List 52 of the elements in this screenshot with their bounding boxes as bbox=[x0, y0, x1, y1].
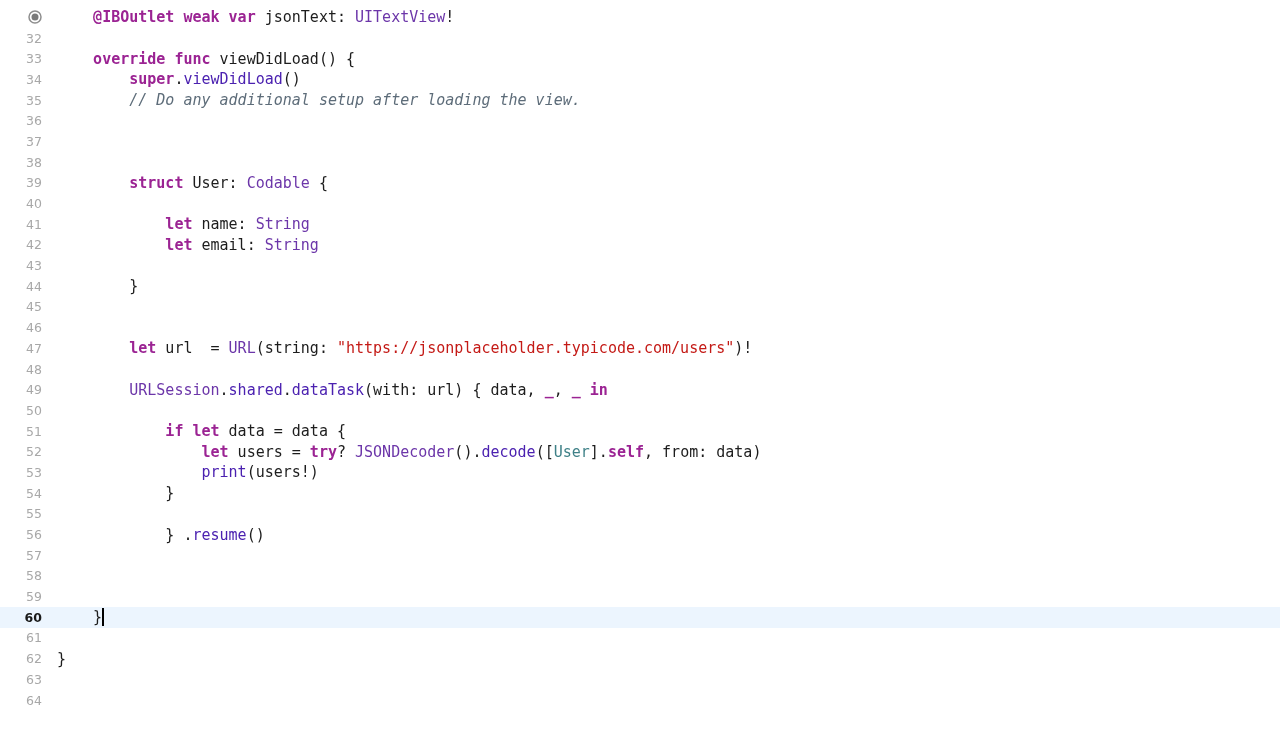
code-line: let email: String bbox=[165, 235, 319, 254]
code-line: } bbox=[165, 484, 175, 503]
connected-circle-icon[interactable] bbox=[28, 10, 42, 25]
line-number: 51 bbox=[26, 423, 42, 439]
line-number: 33 bbox=[26, 51, 42, 67]
code-line: } bbox=[57, 649, 67, 668]
line-number: 48 bbox=[26, 361, 42, 377]
line-number: 44 bbox=[26, 278, 42, 294]
line-number: 57 bbox=[26, 547, 42, 563]
code-line: URLSession.shared.dataTask(with: url) { data, _, _ in bbox=[129, 380, 608, 399]
line-number: 41 bbox=[26, 216, 42, 232]
line-number: 45 bbox=[26, 299, 42, 315]
line-number: 54 bbox=[26, 485, 42, 501]
code-line: @IBOutlet weak var jsonText: UITextView! bbox=[93, 8, 455, 27]
text-cursor bbox=[102, 608, 104, 627]
line-number: 55 bbox=[26, 506, 42, 522]
code-line: } bbox=[129, 277, 139, 296]
line-number: 46 bbox=[26, 320, 42, 336]
line-number: 53 bbox=[26, 464, 42, 480]
line-number: 60 bbox=[24, 609, 42, 625]
line-number: 59 bbox=[26, 589, 42, 605]
line-number: 39 bbox=[26, 175, 42, 191]
line-number: 38 bbox=[26, 154, 42, 170]
line-number: 47 bbox=[26, 340, 42, 356]
code-line: print(users!) bbox=[201, 463, 319, 482]
line-number: 50 bbox=[26, 402, 42, 418]
code-line: override func viewDidLoad() { bbox=[93, 49, 355, 68]
line-number: 62 bbox=[26, 651, 42, 667]
line-number: 64 bbox=[26, 692, 42, 708]
line-number: 34 bbox=[26, 71, 42, 87]
code-line: let url = URL(string: "https://jsonplaceholder.typicode.com/users")! bbox=[129, 339, 753, 358]
code-line: super.viewDidLoad() bbox=[129, 70, 301, 89]
line-number: 61 bbox=[26, 630, 42, 646]
code-line: } bbox=[93, 608, 103, 627]
code-line: // Do any additional setup after loading the view. bbox=[129, 91, 581, 110]
line-number: 37 bbox=[26, 133, 42, 149]
code-line: let users = try? JSONDecoder().decode([User].self, from: data) bbox=[201, 442, 762, 461]
code-line: struct User: Codable { bbox=[129, 173, 328, 192]
line-number: 36 bbox=[26, 113, 42, 129]
line-number: 52 bbox=[26, 444, 42, 460]
line-number: 49 bbox=[26, 382, 42, 398]
code-line: let name: String bbox=[165, 215, 310, 234]
line-number: 42 bbox=[26, 237, 42, 253]
line-number: 35 bbox=[26, 92, 42, 108]
line-number: 58 bbox=[26, 568, 42, 584]
line-number: 40 bbox=[26, 196, 42, 212]
code-line: if let data = data { bbox=[165, 422, 346, 441]
line-number: 32 bbox=[26, 30, 42, 46]
line-number: 56 bbox=[26, 527, 42, 543]
line-number: 63 bbox=[26, 671, 42, 687]
line-number: 43 bbox=[26, 258, 42, 274]
code-line: } .resume() bbox=[165, 525, 265, 544]
